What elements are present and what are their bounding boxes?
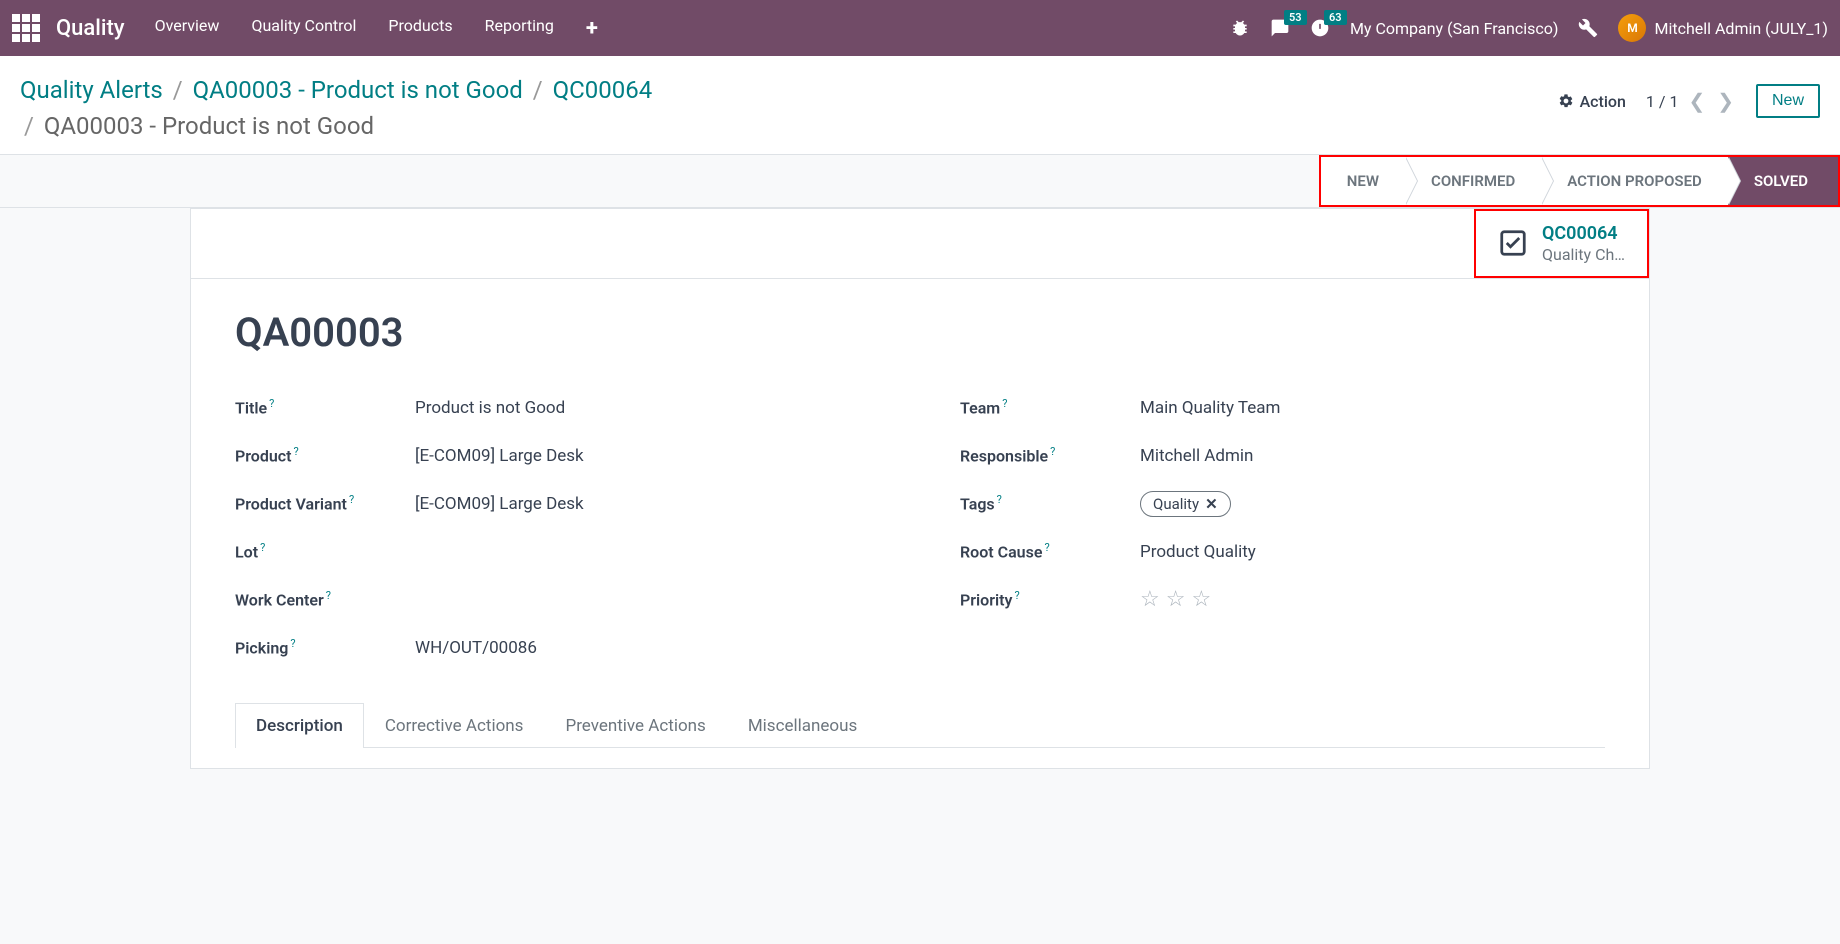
value-root-cause[interactable]: Product Quality xyxy=(1140,542,1256,562)
stat-button-ref: QC00064 xyxy=(1542,223,1625,245)
label-title: Title? xyxy=(235,397,415,417)
help-icon[interactable]: ? xyxy=(290,637,295,650)
breadcrumb-current: QA00003 - Product is not Good xyxy=(44,112,374,140)
quality-check-stat-button[interactable]: QC00064 Quality Ch… xyxy=(1476,211,1647,276)
value-team[interactable]: Main Quality Team xyxy=(1140,398,1280,418)
help-icon[interactable]: ? xyxy=(1050,445,1055,458)
value-tags[interactable]: Quality ✕ xyxy=(1140,491,1231,517)
main-menu: Overview Quality Control Products Report… xyxy=(155,16,598,41)
tag-label: Quality xyxy=(1153,495,1199,513)
stage-action-proposed[interactable]: ACTION PROPOSED xyxy=(1541,157,1728,205)
help-icon[interactable]: ? xyxy=(1014,589,1019,602)
stat-button-highlight-box: QC00064 Quality Ch… xyxy=(1474,209,1649,278)
star-icon[interactable]: ☆ xyxy=(1166,587,1186,612)
user-name: Mitchell Admin (JULY_1) xyxy=(1654,19,1828,38)
label-team: Team? xyxy=(960,397,1140,417)
new-button[interactable]: New xyxy=(1756,84,1820,118)
notebook-tabs: Description Corrective Actions Preventiv… xyxy=(235,702,1605,748)
help-icon[interactable]: ? xyxy=(269,397,274,410)
star-icon[interactable]: ☆ xyxy=(1140,587,1160,612)
stat-button-sub: Quality Ch… xyxy=(1542,245,1625,264)
settings-icon[interactable] xyxy=(1578,18,1598,38)
pager-value[interactable]: 1 / 1 xyxy=(1646,92,1679,111)
button-box: QC00064 Quality Ch… xyxy=(191,209,1649,279)
statusbar-highlight-box: NEW CONFIRMED ACTION PROPOSED SOLVED xyxy=(1319,155,1840,207)
menu-add-icon[interactable] xyxy=(586,16,598,41)
check-icon xyxy=(1498,228,1528,258)
help-icon[interactable]: ? xyxy=(326,589,331,602)
help-icon[interactable]: ? xyxy=(260,541,265,554)
pager: 1 / 1 ❮ ❯ xyxy=(1646,89,1736,113)
value-product-variant[interactable]: [E-COM09] Large Desk xyxy=(415,494,584,514)
tab-description[interactable]: Description xyxy=(235,703,364,748)
company-switcher[interactable]: My Company (San Francisco) xyxy=(1350,19,1559,38)
value-picking[interactable]: WH/OUT/00086 xyxy=(415,638,537,658)
control-panel: Quality Alerts / QA00003 - Product is no… xyxy=(0,56,1840,155)
help-icon[interactable]: ? xyxy=(294,445,299,458)
label-product: Product? xyxy=(235,445,415,465)
app-title[interactable]: Quality xyxy=(56,16,125,41)
breadcrumb-sep: / xyxy=(533,76,543,104)
chat-icon[interactable]: 53 xyxy=(1270,18,1290,38)
tab-miscellaneous[interactable]: Miscellaneous xyxy=(727,703,878,748)
label-lot: Lot? xyxy=(235,541,415,561)
menu-products[interactable]: Products xyxy=(388,16,452,41)
stage-solved[interactable]: SOLVED xyxy=(1728,157,1838,205)
value-priority[interactable]: ☆ ☆ ☆ xyxy=(1140,587,1211,612)
breadcrumb-sep: / xyxy=(173,76,183,104)
menu-quality-control[interactable]: Quality Control xyxy=(251,16,356,41)
tab-preventive-actions[interactable]: Preventive Actions xyxy=(544,703,726,748)
label-picking: Picking? xyxy=(235,637,415,657)
sheet-wrap: QC00064 Quality Ch… QA00003 Title? Produ… xyxy=(0,208,1840,809)
nav-right: 53 63 My Company (San Francisco) M Mitch… xyxy=(1230,14,1828,42)
gear-icon xyxy=(1558,93,1574,109)
bug-icon[interactable] xyxy=(1230,18,1250,38)
label-priority: Priority? xyxy=(960,589,1140,609)
tag-chip[interactable]: Quality ✕ xyxy=(1140,491,1231,517)
breadcrumb-sep: / xyxy=(24,112,34,140)
record-id: QA00003 xyxy=(235,309,1605,356)
menu-overview[interactable]: Overview xyxy=(155,16,220,41)
form-grid: Title? Product is not Good Product? [E-C… xyxy=(235,384,1605,672)
label-work-center: Work Center? xyxy=(235,589,415,609)
tab-corrective-actions[interactable]: Corrective Actions xyxy=(364,703,545,748)
action-dropdown[interactable]: Action xyxy=(1558,92,1626,111)
activity-icon[interactable]: 63 xyxy=(1310,18,1330,38)
label-responsible: Responsible? xyxy=(960,445,1140,465)
breadcrumbs: Quality Alerts / QA00003 - Product is no… xyxy=(20,72,652,144)
help-icon[interactable]: ? xyxy=(349,493,354,506)
chat-badge: 53 xyxy=(1284,10,1307,25)
form-sheet: QC00064 Quality Ch… QA00003 Title? Produ… xyxy=(190,208,1650,769)
control-panel-right: Action 1 / 1 ❮ ❯ New xyxy=(1558,72,1820,118)
breadcrumb-link[interactable]: Quality Alerts xyxy=(20,76,163,104)
help-icon[interactable]: ? xyxy=(997,493,1002,506)
breadcrumb-link[interactable]: QC00064 xyxy=(553,76,653,104)
value-title[interactable]: Product is not Good xyxy=(415,398,565,418)
value-responsible[interactable]: Mitchell Admin xyxy=(1140,446,1253,466)
stage-new[interactable]: NEW xyxy=(1321,157,1405,205)
label-product-variant: Product Variant? xyxy=(235,493,415,513)
breadcrumb-link[interactable]: QA00003 - Product is not Good xyxy=(193,76,523,104)
statusbar: NEW CONFIRMED ACTION PROPOSED SOLVED xyxy=(1321,157,1838,205)
help-icon[interactable]: ? xyxy=(1002,397,1007,410)
value-product[interactable]: [E-COM09] Large Desk xyxy=(415,446,584,466)
label-root-cause: Root Cause? xyxy=(960,541,1140,561)
tag-remove-icon[interactable]: ✕ xyxy=(1205,495,1218,513)
pager-prev-icon[interactable]: ❮ xyxy=(1686,89,1707,113)
apps-icon[interactable] xyxy=(12,14,40,42)
statusbar-wrap: NEW CONFIRMED ACTION PROPOSED SOLVED xyxy=(0,155,1840,208)
avatar: M xyxy=(1618,14,1646,42)
pager-next-icon[interactable]: ❯ xyxy=(1715,89,1736,113)
top-navbar: Quality Overview Quality Control Product… xyxy=(0,0,1840,56)
menu-reporting[interactable]: Reporting xyxy=(485,16,554,41)
help-icon[interactable]: ? xyxy=(1044,541,1049,554)
label-tags: Tags? xyxy=(960,493,1140,513)
star-icon[interactable]: ☆ xyxy=(1191,587,1211,612)
stage-confirmed[interactable]: CONFIRMED xyxy=(1405,157,1541,205)
action-label: Action xyxy=(1580,92,1626,111)
user-menu[interactable]: M Mitchell Admin (JULY_1) xyxy=(1618,14,1828,42)
activity-badge: 63 xyxy=(1324,10,1347,25)
